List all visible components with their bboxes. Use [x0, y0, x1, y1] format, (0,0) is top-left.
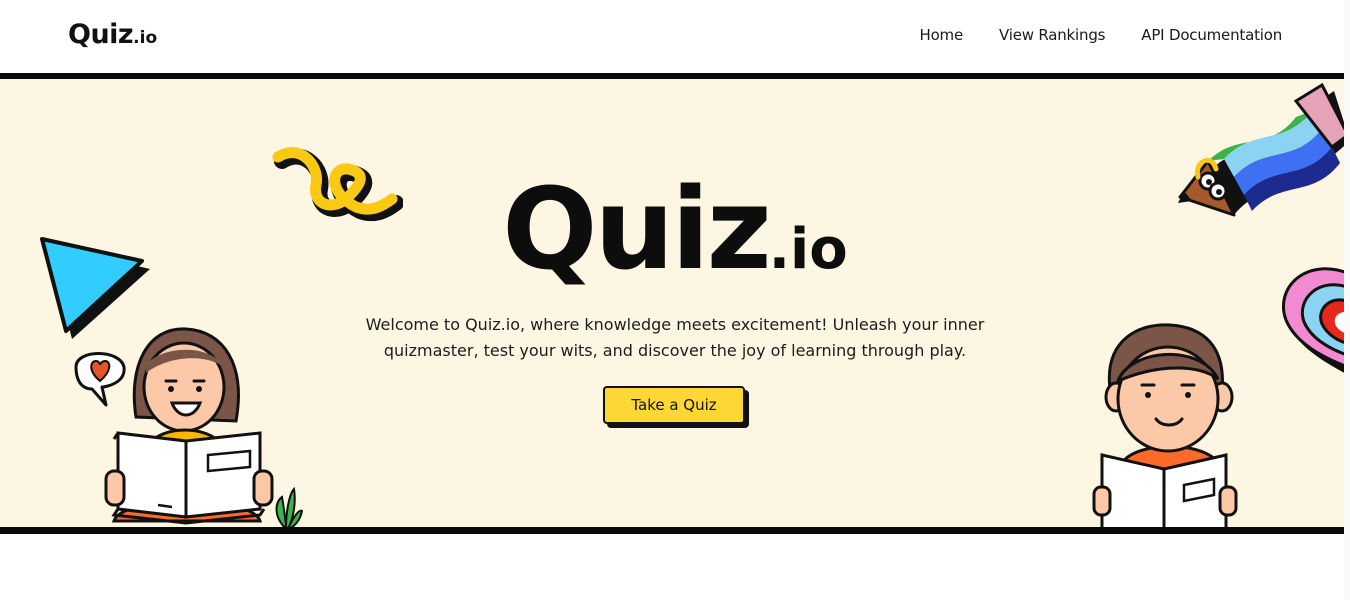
nav-view-rankings-link[interactable]: View Rankings [999, 26, 1105, 44]
hero-banner: Quiz.io Welcome to Quiz.io, where knowle… [0, 73, 1350, 534]
take-quiz-button[interactable]: Take a Quiz [603, 386, 745, 424]
header-logo-main: Quiz [68, 19, 134, 50]
hero-title: Quiz.io [0, 174, 1350, 286]
take-quiz-button-wrapper: Take a Quiz [603, 386, 749, 428]
girl-reading-illustration [74, 327, 304, 527]
boy-reading-illustration [1092, 323, 1238, 527]
site-header: Quiz.io Home View Rankings API Documenta… [0, 0, 1350, 73]
hero-title-suffix: .io [768, 217, 848, 282]
nav-api-documentation-link[interactable]: API Documentation [1141, 26, 1282, 44]
hero-title-main: Quiz [502, 165, 772, 295]
nav-home-link[interactable]: Home [920, 26, 964, 44]
hero-tagline: Welcome to Quiz.io, where knowledge meet… [365, 315, 985, 360]
main-nav: Home View Rankings API Documentation [920, 26, 1283, 44]
header-logo-suffix: .io [133, 28, 158, 48]
vertical-scrollbar[interactable] [1344, 0, 1350, 600]
header-logo[interactable]: Quiz.io [68, 19, 157, 50]
